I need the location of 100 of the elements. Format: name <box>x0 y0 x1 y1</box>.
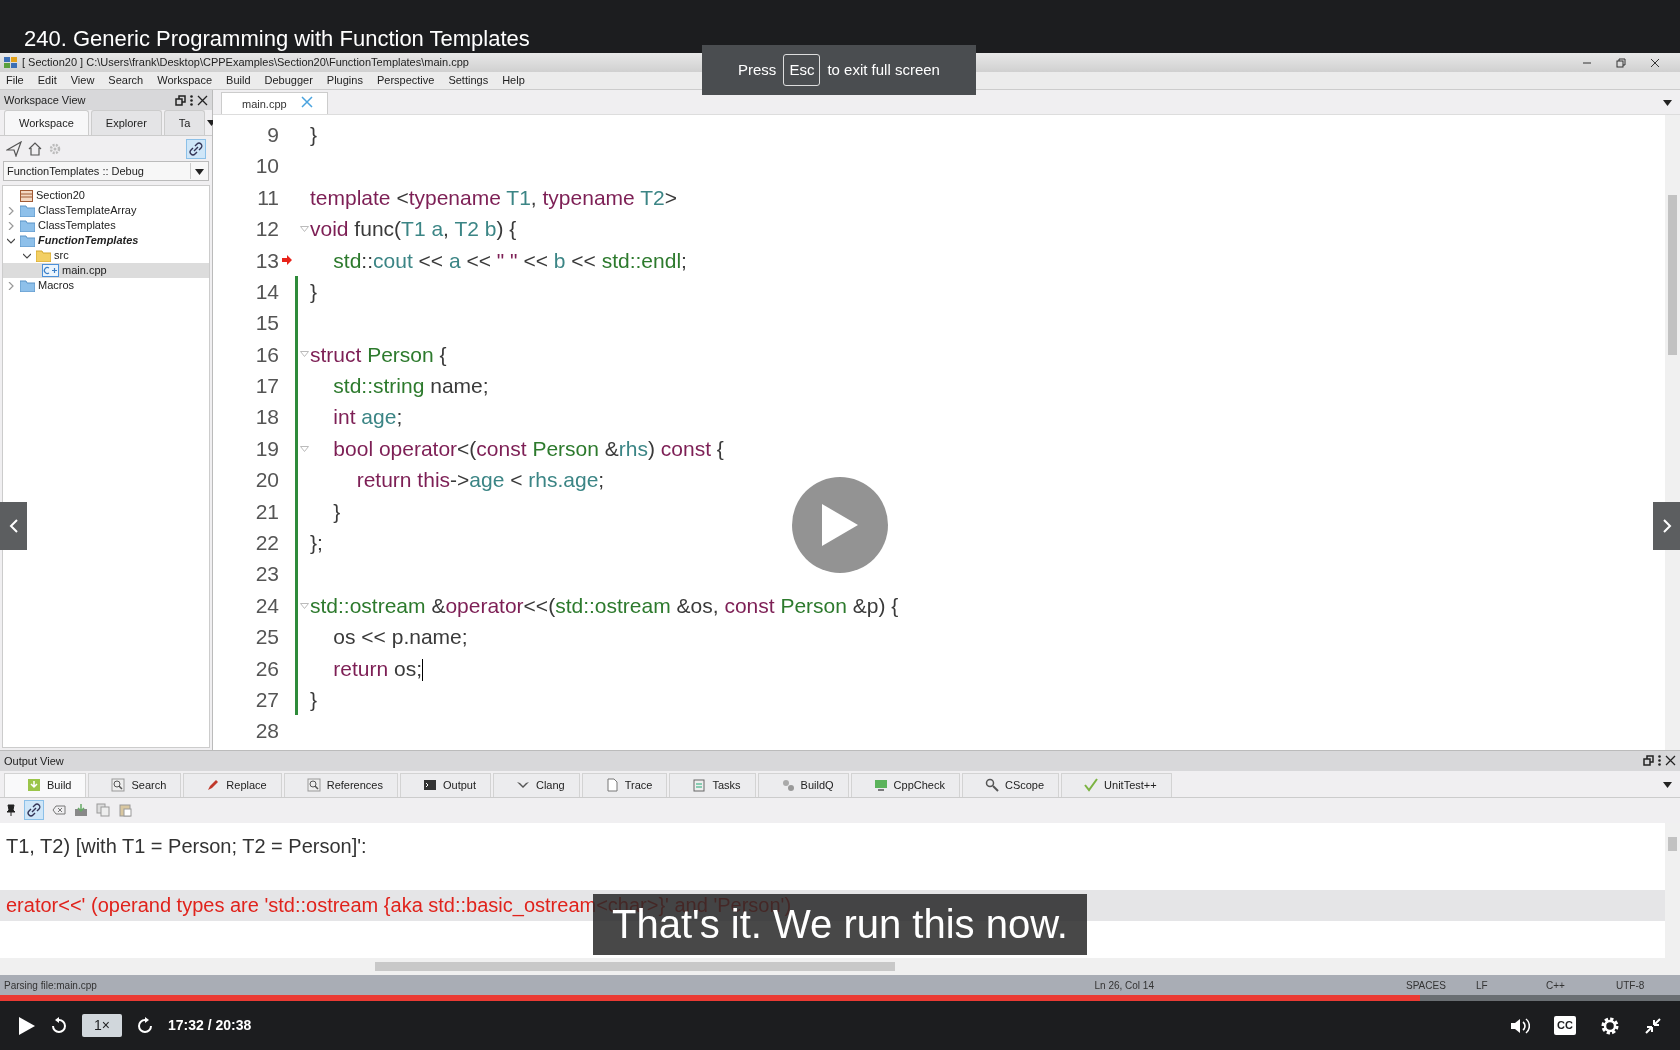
volume-icon <box>1510 1016 1531 1035</box>
magnifier-icon <box>306 778 321 793</box>
line-number: 21 <box>254 498 279 525</box>
tab[interactable]: Trace <box>581 772 668 797</box>
code-line: std::string name; <box>332 373 489 400</box>
settings-button[interactable] <box>1600 1015 1620 1036</box>
tab[interactable]: Workspace <box>4 109 89 135</box>
more-icon[interactable] <box>1658 755 1661 767</box>
encoding[interactable]: UTF-8 <box>1616 977 1676 993</box>
menu-item[interactable]: Edit <box>37 72 57 89</box>
close-icon[interactable] <box>1665 755 1676 767</box>
tree-item[interactable]: FunctionTemplates <box>3 233 209 248</box>
restore-icon[interactable] <box>175 94 186 106</box>
menu-item[interactable]: File <box>6 72 24 89</box>
scrollbar[interactable] <box>1665 115 1680 750</box>
chevron-left-icon <box>8 518 19 534</box>
play-icon <box>18 1015 36 1036</box>
menu-item[interactable]: Perspective <box>376 72 435 89</box>
more-icon[interactable] <box>190 94 193 106</box>
line-number: 20 <box>254 467 279 494</box>
editor-tab[interactable]: main.cpp <box>221 92 328 114</box>
panel-title: Output View <box>4 753 65 769</box>
document-icon <box>604 778 619 793</box>
indent-mode[interactable]: SPACES <box>1406 977 1476 993</box>
line-number: 27 <box>254 687 279 713</box>
tab[interactable]: Output <box>399 772 491 797</box>
line-number: 13 <box>254 247 279 274</box>
line-number: 10 <box>254 153 279 180</box>
volume-button[interactable] <box>1510 1016 1531 1035</box>
cursor-position: Ln 26, Col 14 <box>1094 978 1154 993</box>
line-number: 9 <box>266 121 279 148</box>
expand-icon[interactable] <box>7 281 15 290</box>
tab[interactable]: Explorer <box>90 109 162 135</box>
menu-item[interactable]: Plugins <box>326 72 363 89</box>
dropdown-icon[interactable] <box>1663 99 1672 106</box>
code-line: template <typename T1, typename T2> <box>310 184 677 211</box>
line-ending[interactable]: LF <box>1476 977 1546 993</box>
play-button[interactable] <box>18 1015 36 1036</box>
tab[interactable]: Clang <box>493 772 580 797</box>
captions-button[interactable]: CC <box>1554 1016 1576 1035</box>
dropdown-icon[interactable] <box>1663 781 1672 788</box>
menu-item[interactable]: Settings <box>448 72 489 89</box>
code-line: std::cout << a << " " << b << std::endl; <box>332 247 687 274</box>
home-icon[interactable] <box>28 141 42 156</box>
clear-icon[interactable] <box>52 805 66 816</box>
line-number: 16 <box>254 341 279 368</box>
chevron-right-icon <box>1661 518 1672 534</box>
forward-button[interactable] <box>135 1016 154 1035</box>
tab[interactable]: References <box>283 772 398 797</box>
folder-icon <box>20 219 35 232</box>
previous-button[interactable] <box>0 502 27 550</box>
line-number: 22 <box>254 530 279 557</box>
tree-item[interactable]: main.cpp <box>3 263 209 278</box>
line-number: 24 <box>254 592 279 619</box>
tab[interactable]: Ta <box>163 109 206 135</box>
code-line: } <box>332 498 341 525</box>
link-button[interactable] <box>186 138 206 159</box>
tab[interactable]: Search <box>88 772 182 797</box>
line-number: 15 <box>254 310 279 337</box>
tree-item[interactable]: src <box>3 248 209 263</box>
menu-item[interactable]: Help <box>502 72 525 89</box>
link-button[interactable] <box>24 800 44 821</box>
tree-item[interactable]: ClassTemplateArray <box>3 203 209 218</box>
close-icon[interactable] <box>1650 57 1660 68</box>
status-message: Parsing file:main.cpp <box>4 978 98 993</box>
tab[interactable]: Tasks <box>669 772 756 797</box>
tab[interactable]: Build <box>4 772 87 797</box>
tab[interactable]: Replace <box>183 772 282 797</box>
tab[interactable]: CppCheck <box>850 772 960 797</box>
tab[interactable]: CScope <box>961 772 1060 797</box>
code-line: void func(T1 a, T2 b) { <box>310 216 517 243</box>
save-icon[interactable] <box>74 803 88 818</box>
pin-icon[interactable] <box>6 804 16 817</box>
tree-item[interactable]: Section20 <box>3 188 209 203</box>
code-line: return this->age < rhs.age; <box>355 467 605 494</box>
exit-fullscreen-icon <box>1644 1016 1662 1035</box>
exit-fullscreen-button[interactable] <box>1644 1016 1662 1035</box>
send-icon[interactable] <box>6 140 22 157</box>
speed-button[interactable]: 1× <box>82 1014 122 1037</box>
dropdown-icon[interactable] <box>195 168 204 175</box>
tree-item[interactable]: ClassTemplates <box>3 218 209 233</box>
tab[interactable]: UnitTest++ <box>1061 772 1172 797</box>
rewind-button[interactable] <box>50 1016 68 1035</box>
tree-item[interactable]: Macros <box>3 278 209 293</box>
next-button[interactable] <box>1653 502 1680 550</box>
configuration-dropdown[interactable]: FunctionTemplates :: Debug <box>3 161 209 181</box>
menu-item[interactable]: View <box>70 72 95 89</box>
menu-item[interactable]: Debugger <box>264 72 313 89</box>
tab[interactable]: BuildQ <box>757 772 849 797</box>
restore-icon[interactable] <box>1643 755 1654 767</box>
menu-item[interactable]: Workspace <box>157 72 213 89</box>
restore-icon[interactable] <box>1616 57 1626 68</box>
code-line: } <box>310 121 317 148</box>
folder-icon <box>20 234 35 247</box>
close-icon[interactable] <box>197 94 208 106</box>
menu-item[interactable]: Build <box>226 72 251 89</box>
language-mode[interactable]: C++ <box>1546 977 1616 993</box>
menu-item[interactable]: Search <box>108 72 144 89</box>
code-line: struct Person { <box>310 341 447 368</box>
code-line: return os; <box>332 655 424 684</box>
